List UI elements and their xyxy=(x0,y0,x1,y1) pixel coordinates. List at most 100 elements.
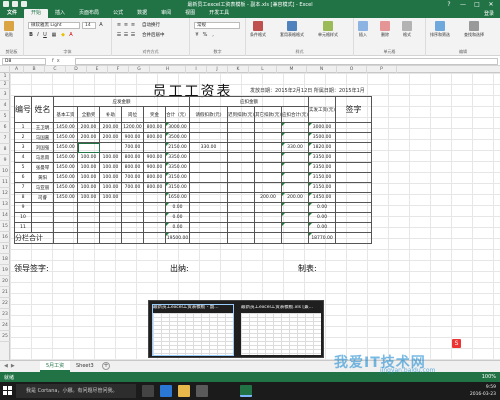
row-header[interactable]: 24 xyxy=(0,320,10,331)
cell-post[interactable] xyxy=(121,202,144,213)
store-icon[interactable] xyxy=(196,385,208,397)
wrap-text-button[interactable]: 自动换行 xyxy=(142,22,160,28)
cell-dtotal[interactable] xyxy=(281,152,310,163)
cell-subsidy[interactable]: 100.00 xyxy=(99,152,122,163)
sign-in-link[interactable]: 登录 xyxy=(478,9,500,18)
header-post[interactable]: 岗位 xyxy=(121,106,144,123)
subtotal-actual[interactable]: 18770.00 xyxy=(308,232,337,244)
cell-other[interactable] xyxy=(254,152,283,163)
cell-subsidy[interactable] xyxy=(99,202,122,213)
sheet-tab-may-salary[interactable]: 5月工资 xyxy=(40,361,71,372)
row-header[interactable]: 7 xyxy=(0,133,10,144)
cell-other[interactable] xyxy=(254,132,283,143)
cell-perf[interactable] xyxy=(77,212,100,223)
cell-perf[interactable]: 100.00 xyxy=(77,182,100,193)
cell-bonus[interactable]: 800.00 xyxy=(143,172,166,183)
cell-empty[interactable] xyxy=(254,232,283,244)
cell-bonus[interactable]: 900.00 xyxy=(143,162,166,173)
format-cells-button[interactable]: 格式 xyxy=(402,21,412,38)
cell-subsidy[interactable]: 100.00 xyxy=(99,192,122,203)
cell-dtotal[interactable] xyxy=(281,162,310,173)
cell-subsidy[interactable]: 100.00 xyxy=(99,172,122,183)
column-header[interactable]: P xyxy=(367,66,397,73)
cell-perf[interactable]: 100.00 xyxy=(77,172,100,183)
cell-name[interactable]: 马亚丽 xyxy=(31,182,54,193)
cell-base[interactable]: 1450.00 xyxy=(53,152,78,163)
column-header[interactable]: K xyxy=(228,66,249,73)
format-as-table-button[interactable]: 套用表格格式 xyxy=(280,21,304,38)
cell-social[interactable] xyxy=(226,192,256,203)
header-social[interactable]: 迟到扣款(元) xyxy=(226,106,256,123)
cell-sign[interactable] xyxy=(335,212,373,223)
tab-file[interactable]: 文件 xyxy=(0,9,25,18)
cell-total[interactable]: 3000.00 xyxy=(165,122,190,133)
cell-total[interactable]: 0.00 xyxy=(165,202,190,213)
cell-styles-button[interactable]: 单元格样式 xyxy=(318,21,338,38)
cell-post[interactable] xyxy=(121,222,144,233)
header-perf[interactable]: 全勤奖 xyxy=(77,106,100,123)
tab-review[interactable]: 审阅 xyxy=(154,9,178,18)
cell-actual[interactable]: 0.00 xyxy=(308,212,337,223)
cell-total[interactable]: 2150.00 xyxy=(165,142,190,153)
cell-base[interactable] xyxy=(53,202,78,213)
cell-empty[interactable] xyxy=(77,232,100,244)
cell-late[interactable] xyxy=(189,122,228,133)
cell-post[interactable] xyxy=(121,192,144,203)
cell-no[interactable]: 5 xyxy=(14,162,32,173)
cell-sign[interactable] xyxy=(335,162,373,173)
cell-empty[interactable] xyxy=(143,232,166,244)
cell-name[interactable]: 马国嘉 xyxy=(31,132,54,143)
row-header[interactable]: 14 xyxy=(0,210,10,221)
column-header[interactable]: C xyxy=(45,66,66,73)
column-header[interactable]: L xyxy=(249,66,277,73)
cell-sign[interactable] xyxy=(335,192,373,203)
cell-late[interactable]: 330.00 xyxy=(189,142,228,153)
cell-subsidy[interactable] xyxy=(99,222,122,233)
column-header[interactable]: M xyxy=(277,66,307,73)
cell-late[interactable] xyxy=(189,192,228,203)
column-header[interactable]: A xyxy=(10,66,24,73)
column-header[interactable]: J xyxy=(207,66,228,73)
underline-icon[interactable]: U xyxy=(42,32,48,38)
cell-subsidy[interactable] xyxy=(99,212,122,223)
cell-social[interactable] xyxy=(226,212,256,223)
sort-filter-button[interactable]: 排序和筛选 xyxy=(430,21,450,38)
italic-icon[interactable]: I xyxy=(35,32,41,38)
align-middle-icon[interactable]: ≡ xyxy=(123,22,129,28)
cell-sign[interactable] xyxy=(335,122,373,133)
ime-s-icon[interactable]: S xyxy=(452,339,461,348)
cell-empty[interactable] xyxy=(99,232,122,244)
system-tray-clock[interactable]: 9:59 2016-03-23 xyxy=(470,384,496,398)
cell-perf[interactable]: 100.00 xyxy=(77,152,100,163)
cell-social[interactable] xyxy=(226,122,256,133)
row-header[interactable]: 16 xyxy=(0,232,10,243)
cell-social[interactable] xyxy=(226,142,256,153)
delete-cells-button[interactable]: 删除 xyxy=(380,21,390,38)
cell-subsidy[interactable] xyxy=(99,142,122,153)
cell-perf[interactable]: 100.00 xyxy=(77,162,100,173)
cell-no[interactable]: 9 xyxy=(14,202,32,213)
cell-subsidy[interactable]: 200.00 xyxy=(99,132,122,143)
row-header[interactable]: 11 xyxy=(0,177,10,188)
row-header[interactable]: 8 xyxy=(0,144,10,155)
subtotal-label[interactable]: 分栏合计 xyxy=(14,232,54,244)
cell-name[interactable] xyxy=(31,222,54,233)
cell-other[interactable] xyxy=(254,222,283,233)
header-other[interactable]: 其它扣款(元) xyxy=(254,106,283,123)
cell-sign[interactable] xyxy=(335,132,373,143)
cell-name[interactable] xyxy=(31,212,54,223)
cell-bonus[interactable]: 800.00 xyxy=(143,182,166,193)
cell-no[interactable]: 7 xyxy=(14,182,32,193)
formula-input[interactable] xyxy=(75,58,498,65)
cell-post[interactable]: 700.00 xyxy=(121,142,144,153)
row-header[interactable]: 4 xyxy=(0,100,10,111)
cell-empty[interactable] xyxy=(121,232,144,244)
row-header[interactable]: 17 xyxy=(0,243,10,254)
cell-sign[interactable] xyxy=(335,182,373,193)
cell-base[interactable]: 1450.00 xyxy=(53,162,78,173)
cell-other[interactable] xyxy=(254,122,283,133)
cell-perf[interactable] xyxy=(77,142,100,153)
cell-actual[interactable]: 3000.00 xyxy=(308,122,337,133)
cell-base[interactable]: 1450.00 xyxy=(53,142,78,153)
header-base[interactable]: 基本工资 xyxy=(53,106,78,123)
